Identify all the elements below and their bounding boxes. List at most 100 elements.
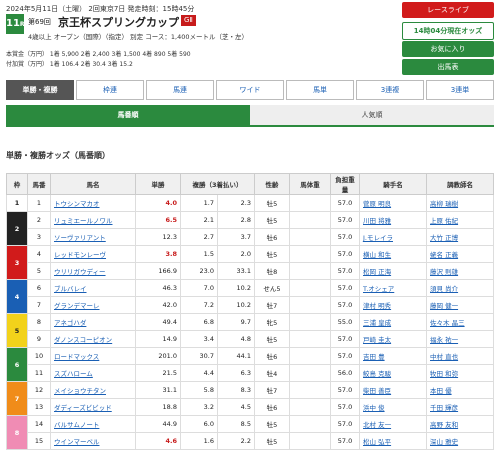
horse-name-link[interactable]: バルサムノート (50, 415, 136, 433)
race-date-line: 2024年5月11日（土曜） 2回東京7日 発走時刻：15時45分 (6, 5, 195, 13)
jockey-link[interactable]: 浜中 俊 (359, 398, 427, 416)
jockey-link[interactable]: T.オシェア (359, 279, 427, 297)
trainer-link[interactable]: 佐々木 晶三 (426, 313, 494, 331)
race-number: 11 (6, 18, 20, 29)
horse-weight (289, 364, 331, 382)
frame-cell: 4 (6, 279, 28, 314)
favorite-button[interactable]: お気に入り (402, 41, 494, 57)
col-jockey: 騎手名 (359, 173, 427, 195)
place-odds-max: 44.1 (217, 347, 255, 365)
horse-name-link[interactable]: ウインマーベル (50, 432, 136, 450)
load-weight: 57.0 (330, 262, 360, 280)
trainer-link[interactable]: 須貝 尚介 (426, 279, 494, 297)
tab-exacta[interactable]: 馬単 (286, 80, 354, 100)
horse-name-link[interactable]: グランデマーレ (50, 296, 136, 314)
col-number: 馬番 (27, 173, 51, 195)
table-row: 2 2 リュミエールノワル 6.5 2.1 2.8 牡5 57.0 川田 将雅 上原 佑紀 (6, 211, 494, 246)
place-odds-max: 10.2 (217, 279, 255, 297)
tab-quinella[interactable]: 馬連 (146, 80, 214, 100)
trainer-link[interactable]: 牧田 和弥 (426, 364, 494, 382)
horse-name-link[interactable]: スズハローム (50, 364, 136, 382)
trainer-link[interactable]: 福永 祐一 (426, 330, 494, 348)
place-odds-max: 2.3 (217, 194, 255, 212)
horse-name-link[interactable]: トウシンマカオ (50, 194, 136, 212)
horse-name-link[interactable]: メイショウチタン (50, 381, 136, 399)
horse-number: 9 (27, 330, 51, 348)
section-title: 単勝・複勝オッズ（馬番順） (6, 151, 110, 160)
tab-trifecta[interactable]: 3連単 (426, 80, 494, 100)
col-trainer: 調教師名 (426, 173, 494, 195)
trainer-link[interactable]: 大竹 正博 (426, 228, 494, 246)
horse-name-link[interactable]: リュミエールノワル (50, 211, 136, 229)
place-odds-min: 1.5 (180, 245, 218, 263)
jockey-link[interactable]: 北村 友一 (359, 415, 427, 433)
col-load: 負担重量 (330, 173, 360, 195)
jockey-link[interactable]: J.モレイラ (359, 228, 427, 246)
tab-win-place[interactable]: 単勝・複勝 (6, 80, 74, 100)
trainer-link[interactable]: 蛯名 正義 (426, 245, 494, 263)
jockey-link[interactable]: 川田 将雅 (359, 211, 427, 229)
race-name: 京王杯スプリングカップ (58, 16, 179, 29)
jockey-link[interactable]: 松岡 正海 (359, 262, 427, 280)
place-odds-min: 2.1 (180, 211, 218, 229)
jockey-link[interactable]: 津村 明秀 (359, 296, 427, 314)
horse-name-link[interactable]: ダディーズビビッド (50, 398, 136, 416)
trainer-link[interactable]: 千田 輝彦 (426, 398, 494, 416)
odds-time-button[interactable]: 14時04分現在オッズ (402, 22, 494, 40)
bet-type-tabs: 単勝・複勝 枠連 馬連 ワイド 馬単 3連複 3連単 (6, 80, 494, 100)
place-odds-max: 10.2 (217, 296, 255, 314)
load-weight: 57.0 (330, 296, 360, 314)
tab-sort-number[interactable]: 馬番順 (6, 105, 250, 125)
trainer-link[interactable]: 高野 友和 (426, 415, 494, 433)
trainer-link[interactable]: 藤岡 健一 (426, 296, 494, 314)
horse-name-link[interactable]: アネゴハダ (50, 313, 136, 331)
jockey-link[interactable]: 鮫島 克駿 (359, 364, 427, 382)
win-odds: 4.0 (135, 194, 181, 212)
race-live-button[interactable]: レースライブ (402, 2, 494, 18)
tab-trio[interactable]: 3連複 (356, 80, 424, 100)
horse-name-link[interactable]: ブルバレイ (50, 279, 136, 297)
table-row: 7 グランデマーレ 42.0 7.2 10.2 牡7 57.0 津村 明秀 藤岡 健一 (7, 296, 494, 314)
tab-wide[interactable]: ワイド (216, 80, 284, 100)
win-odds: 18.8 (135, 398, 181, 416)
load-weight: 57.0 (330, 245, 360, 263)
jockey-link[interactable]: 戸崎 圭太 (359, 330, 427, 348)
jockey-link[interactable]: 柴田 善臣 (359, 381, 427, 399)
load-weight: 57.0 (330, 194, 360, 212)
horse-name-link[interactable]: ソーヴァリアント (50, 228, 136, 246)
trainer-link[interactable]: 本田 優 (426, 381, 494, 399)
win-odds: 3.8 (135, 245, 181, 263)
race-card-button[interactable]: 出馬表 (402, 59, 494, 75)
jockey-link[interactable]: 菅原 明良 (359, 194, 427, 212)
jockey-link[interactable]: 吉田 豊 (359, 347, 427, 365)
sex-age: 牡7 (254, 381, 290, 399)
race-number-badge: 11R (6, 14, 25, 34)
horse-name-link[interactable]: ダノンスコーピオン (50, 330, 136, 348)
win-odds: 166.9 (135, 262, 181, 280)
load-weight: 57.0 (330, 228, 360, 246)
trainer-link[interactable]: 上原 佑紀 (426, 211, 494, 229)
tab-sort-popularity[interactable]: 人気順 (250, 105, 494, 125)
frame-cell: 1 (6, 194, 28, 212)
trainer-link[interactable]: 中村 直也 (426, 347, 494, 365)
trainer-link[interactable]: 深山 雅史 (426, 432, 494, 450)
jockey-link[interactable]: 三浦 皇成 (359, 313, 427, 331)
place-odds-min: 30.7 (180, 347, 218, 365)
trainer-link[interactable]: 高柳 瑞樹 (426, 194, 494, 212)
sort-tabs: 馬番順 人気順 (6, 105, 494, 127)
horse-name-link[interactable]: ロードマックス (50, 347, 136, 365)
place-odds-max: 6.3 (217, 364, 255, 382)
prize-line-extra: 付加賞（万円） 1着 106.4 2着 30.4 3着 15.2 (6, 61, 133, 68)
horse-weight (289, 194, 331, 212)
horse-name-link[interactable]: ウリリガウディー (50, 262, 136, 280)
tab-bracket-quinella[interactable]: 枠連 (76, 80, 144, 100)
sex-age: 牡5 (254, 432, 290, 450)
table-row: 11 スズハローム 21.5 4.4 6.3 牡4 56.0 鮫島 克駿 牧田 和弥 (7, 364, 494, 382)
place-odds-min: 6.0 (180, 415, 218, 433)
col-place: 複勝（3着払い） (180, 173, 255, 195)
horse-name-link[interactable]: レッドモンレーヴ (50, 245, 136, 263)
jockey-link[interactable]: 横山 和生 (359, 245, 427, 263)
sex-age: 牡5 (254, 415, 290, 433)
trainer-link[interactable]: 藤沢 則雄 (426, 262, 494, 280)
jockey-link[interactable]: 松山 弘平 (359, 432, 427, 450)
